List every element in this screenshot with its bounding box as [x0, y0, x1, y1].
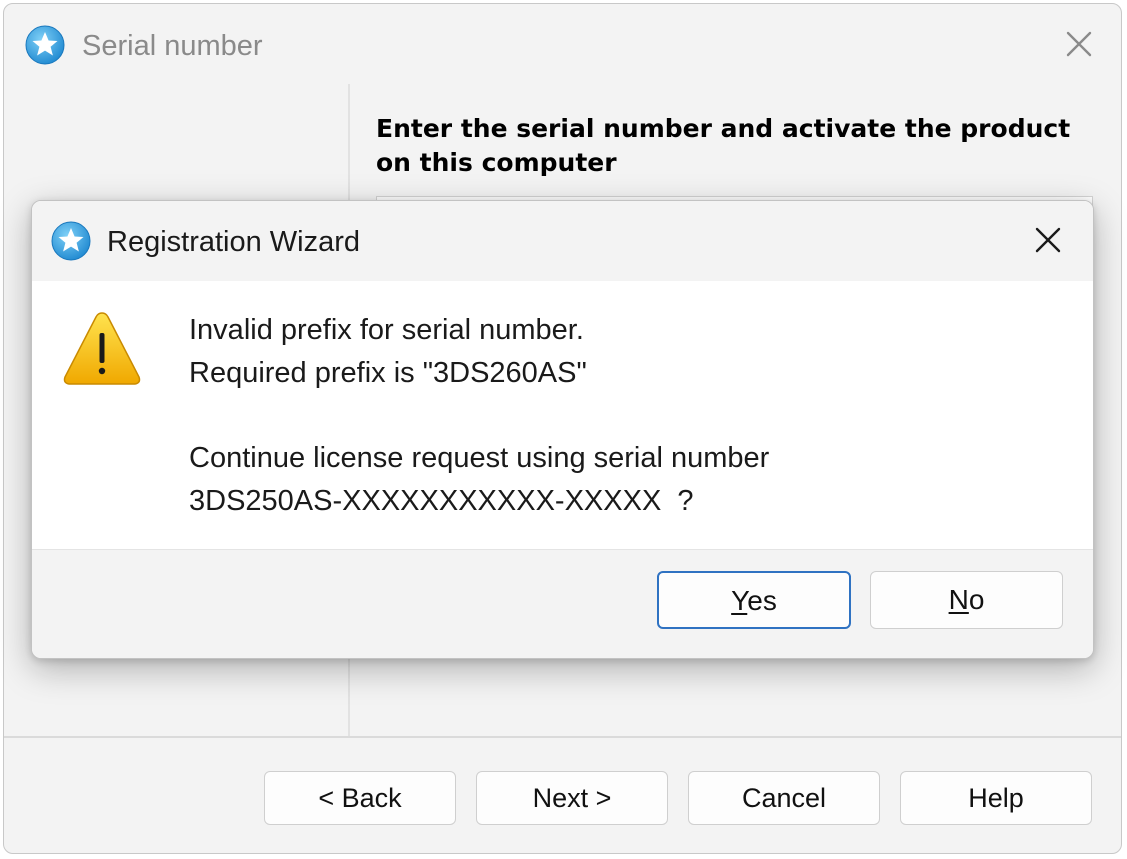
message-line: Invalid prefix for serial number.	[189, 314, 584, 346]
dialog-message: Invalid prefix for serial number. Requir…	[189, 309, 1049, 523]
footer-divider	[4, 736, 1121, 738]
close-icon[interactable]	[1065, 30, 1093, 58]
next-button[interactable]: Next >	[476, 771, 668, 825]
outer-title-bar: Serial number	[4, 4, 1121, 84]
star-badge-icon	[25, 25, 65, 65]
yes-label: es	[747, 585, 777, 616]
dialog-title: Registration Wizard	[107, 226, 361, 258]
yes-button[interactable]: Yes	[657, 571, 851, 629]
no-label: o	[968, 584, 985, 615]
registration-wizard-dialog: Registration Wizard Invalid prefix for s…	[31, 200, 1094, 659]
no-accelerator: N	[948, 584, 969, 615]
cancel-button[interactable]: Cancel	[688, 771, 880, 825]
star-badge-icon	[51, 221, 91, 261]
page-heading: Enter the serial number and activate the…	[376, 114, 1071, 177]
close-icon[interactable]	[1034, 226, 1062, 254]
no-button[interactable]: No	[870, 571, 1063, 629]
message-line: Continue license request using serial nu…	[189, 442, 770, 474]
dialog-title-bar: Registration Wizard	[32, 201, 1093, 281]
yes-accelerator: Y	[731, 585, 748, 616]
message-line: Required prefix is "3DS260AS"	[189, 357, 587, 389]
serial-number-text: 3DS250AS-XXXXXXXXXXX-XXXXX ?	[189, 485, 694, 517]
help-button[interactable]: Help	[900, 771, 1092, 825]
warning-triangle-icon	[63, 312, 141, 385]
window-title: Serial number	[82, 30, 263, 62]
back-button[interactable]: < Back	[264, 771, 456, 825]
